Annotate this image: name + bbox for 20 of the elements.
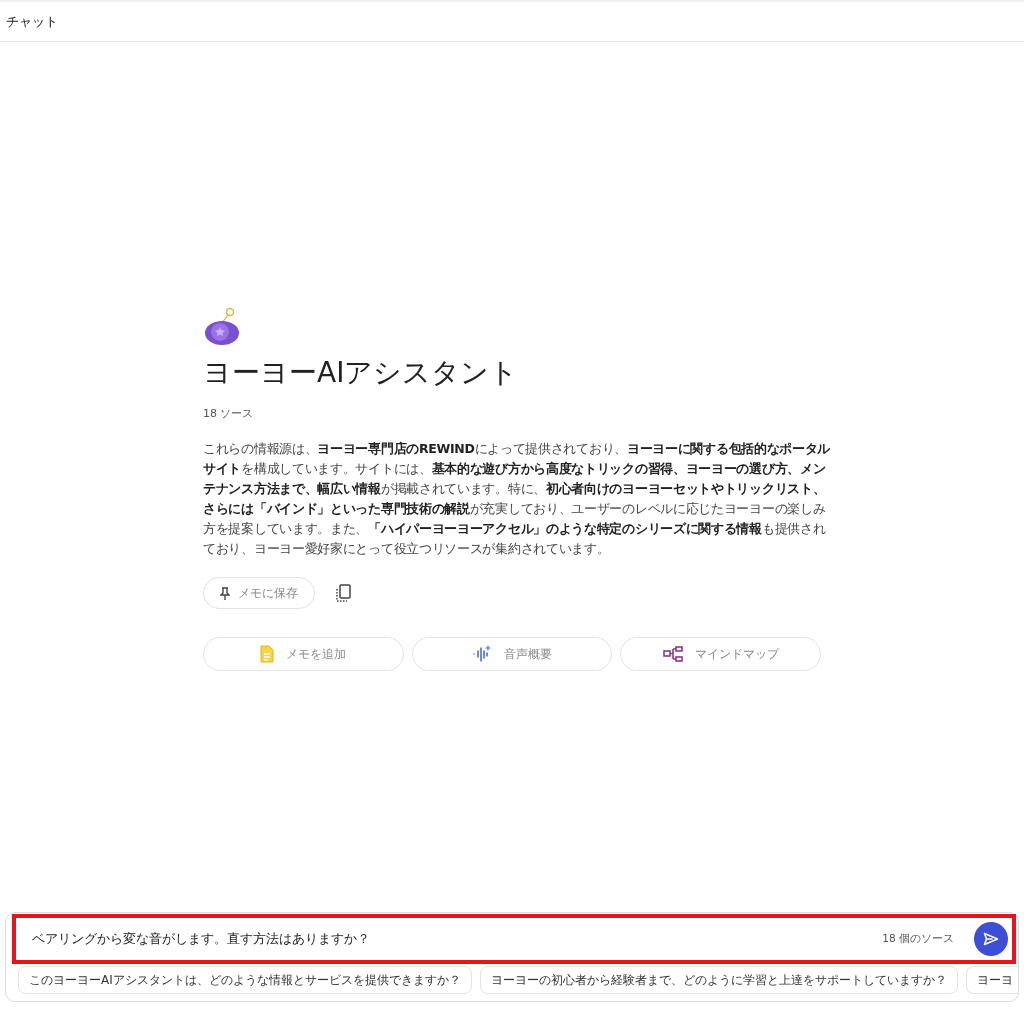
send-icon xyxy=(983,932,999,946)
save-to-note-button[interactable]: メモに保存 xyxy=(203,577,315,609)
notebook-title: ヨーヨーAIアシスタント xyxy=(203,355,520,391)
suggestion-chip[interactable]: ヨーヨ xyxy=(965,966,1018,994)
copy-icon[interactable] xyxy=(335,584,351,602)
summary-text: これらの情報源は、ヨーヨー専門店のREWINDによって提供されており、ヨーヨーに関する包括的なポータルサイトを構成しています。サイトには、基本的な遊び方から高度なトリックの習得、ヨーヨーの選び方、メンテナンス方法まで、幅広い情報が掲載されています。特に、初心者向けのヨーヨーセットやトリックリスト、さらには「バインド」といった専門技術の解説が充実しており、ユーザーのレベルに応じたヨーヨーの楽しみ方を提案しています。また、「ハイパーヨーヨーアクセル」のような特定のシリーズに関する情報も提供されており、ヨーヨー愛好家にとって役立つリソースが集約されています。 xyxy=(203,440,831,558)
action-button[interactable]: 音声概要 xyxy=(411,637,613,671)
sound-wave-icon xyxy=(472,645,492,663)
page-title: チャット xyxy=(6,13,58,31)
message-input[interactable]: ベアリングから変な音がします。直す方法はありますか？ xyxy=(32,930,883,948)
action-button[interactable]: メモを追加 xyxy=(203,637,404,671)
suggestion-chip[interactable]: ヨーヨーの初心者から経験者まで、どのように学習と上達をサポートしていますか？ xyxy=(479,966,958,994)
send-button[interactable] xyxy=(974,922,1008,956)
action-button[interactable]: マインドマップ xyxy=(620,637,821,671)
document-icon xyxy=(260,645,275,663)
suggestion-chip[interactable]: このヨーヨーAIアシスタントは、どのような情報とサービスを提供できますか？ xyxy=(18,966,472,994)
source-count: 18 ソース xyxy=(203,406,255,421)
source-count: 18 個のソース xyxy=(882,932,954,946)
mind-map-icon xyxy=(662,646,683,662)
pin-icon xyxy=(220,586,230,600)
